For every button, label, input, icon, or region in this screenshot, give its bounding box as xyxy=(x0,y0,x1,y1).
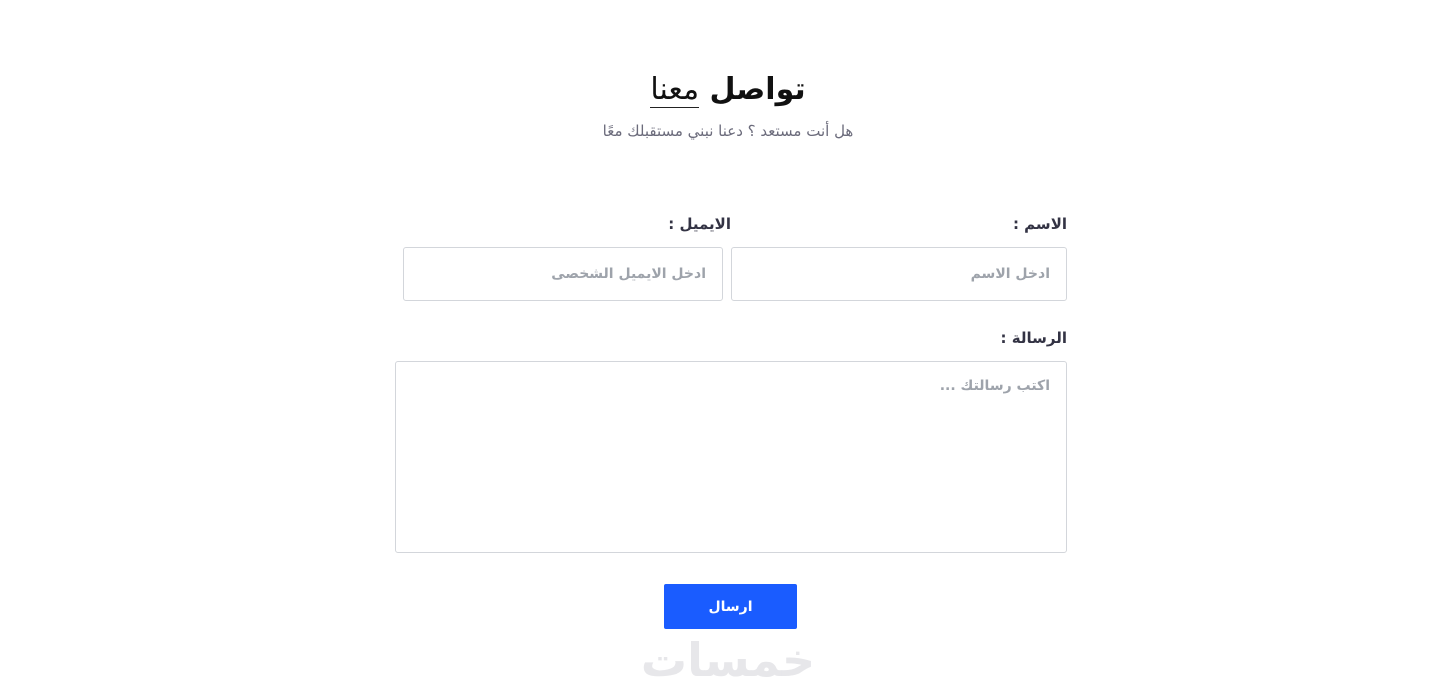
submit-button[interactable]: ارسال xyxy=(664,584,797,629)
watermark-logo: خمسات xyxy=(640,633,816,687)
title-underlined: معنا xyxy=(650,72,700,108)
message-textarea[interactable] xyxy=(395,361,1067,553)
page-header: تواصل معنا هل أنت مستعد ؟ دعنا نبني مستق… xyxy=(0,68,1456,142)
page-title: تواصل معنا xyxy=(0,68,1456,112)
name-input[interactable] xyxy=(731,247,1067,301)
message-label: الرسالة : xyxy=(1000,329,1067,347)
name-label: الاسم : xyxy=(1012,215,1067,233)
title-main: تواصل xyxy=(709,72,806,107)
page-subtitle: هل أنت مستعد ؟ دعنا نبني مستقبلك معًا xyxy=(602,122,854,140)
email-label: الايميل : xyxy=(668,215,731,233)
contact-page: تواصل معنا هل أنت مستعد ؟ دعنا نبني مستق… xyxy=(0,0,1456,694)
email-input[interactable] xyxy=(403,247,723,301)
